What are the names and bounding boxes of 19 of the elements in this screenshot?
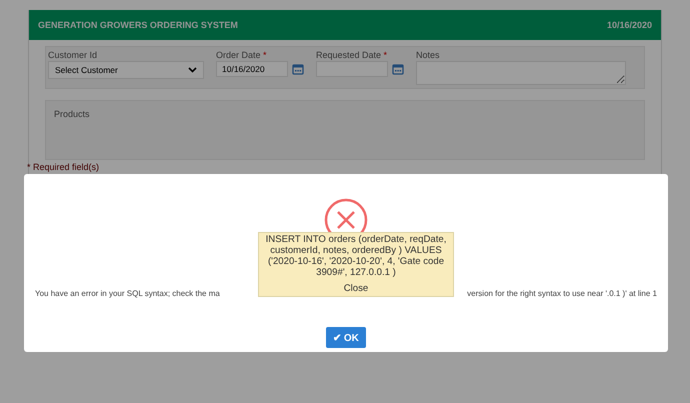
customer-select[interactable]: Select Customer: [48, 61, 204, 79]
notes-field[interactable]: [416, 61, 626, 85]
close-link[interactable]: Close: [344, 282, 368, 294]
calendar-icon[interactable]: [392, 63, 404, 75]
app-title: GENERATION GROWERS ORDERING SYSTEM: [38, 20, 238, 30]
field-label: Notes: [416, 50, 441, 60]
caret-icon: [188, 67, 197, 73]
order-date-field[interactable]: 10/16/2020: [216, 61, 288, 77]
field-label: Order Date *: [216, 50, 268, 60]
header-date: 10/16/2020: [606, 20, 652, 30]
field-label: Requested Date *: [316, 50, 388, 60]
error-message: version for the right syntax to use near '.0.1 )' at line 1: [467, 289, 657, 298]
calendar-icon[interactable]: [292, 63, 304, 75]
required-note: * Required field(s): [27, 162, 100, 172]
tooltip-text: INSERT INTO orders (orderDate, reqDate, customerId, notes, orderedBy ) VALUES ('2020-10-16', '2020-10-20', 4, 'Gate code 3909#', 127.0.0.1 ): [264, 234, 448, 278]
products-title: Products: [54, 109, 90, 119]
error-message: You have an error in your SQL syntax; check the ma: [35, 289, 220, 298]
field-label: Customer Id: [48, 50, 98, 60]
ok-button[interactable]: ✔ OK: [326, 327, 366, 348]
